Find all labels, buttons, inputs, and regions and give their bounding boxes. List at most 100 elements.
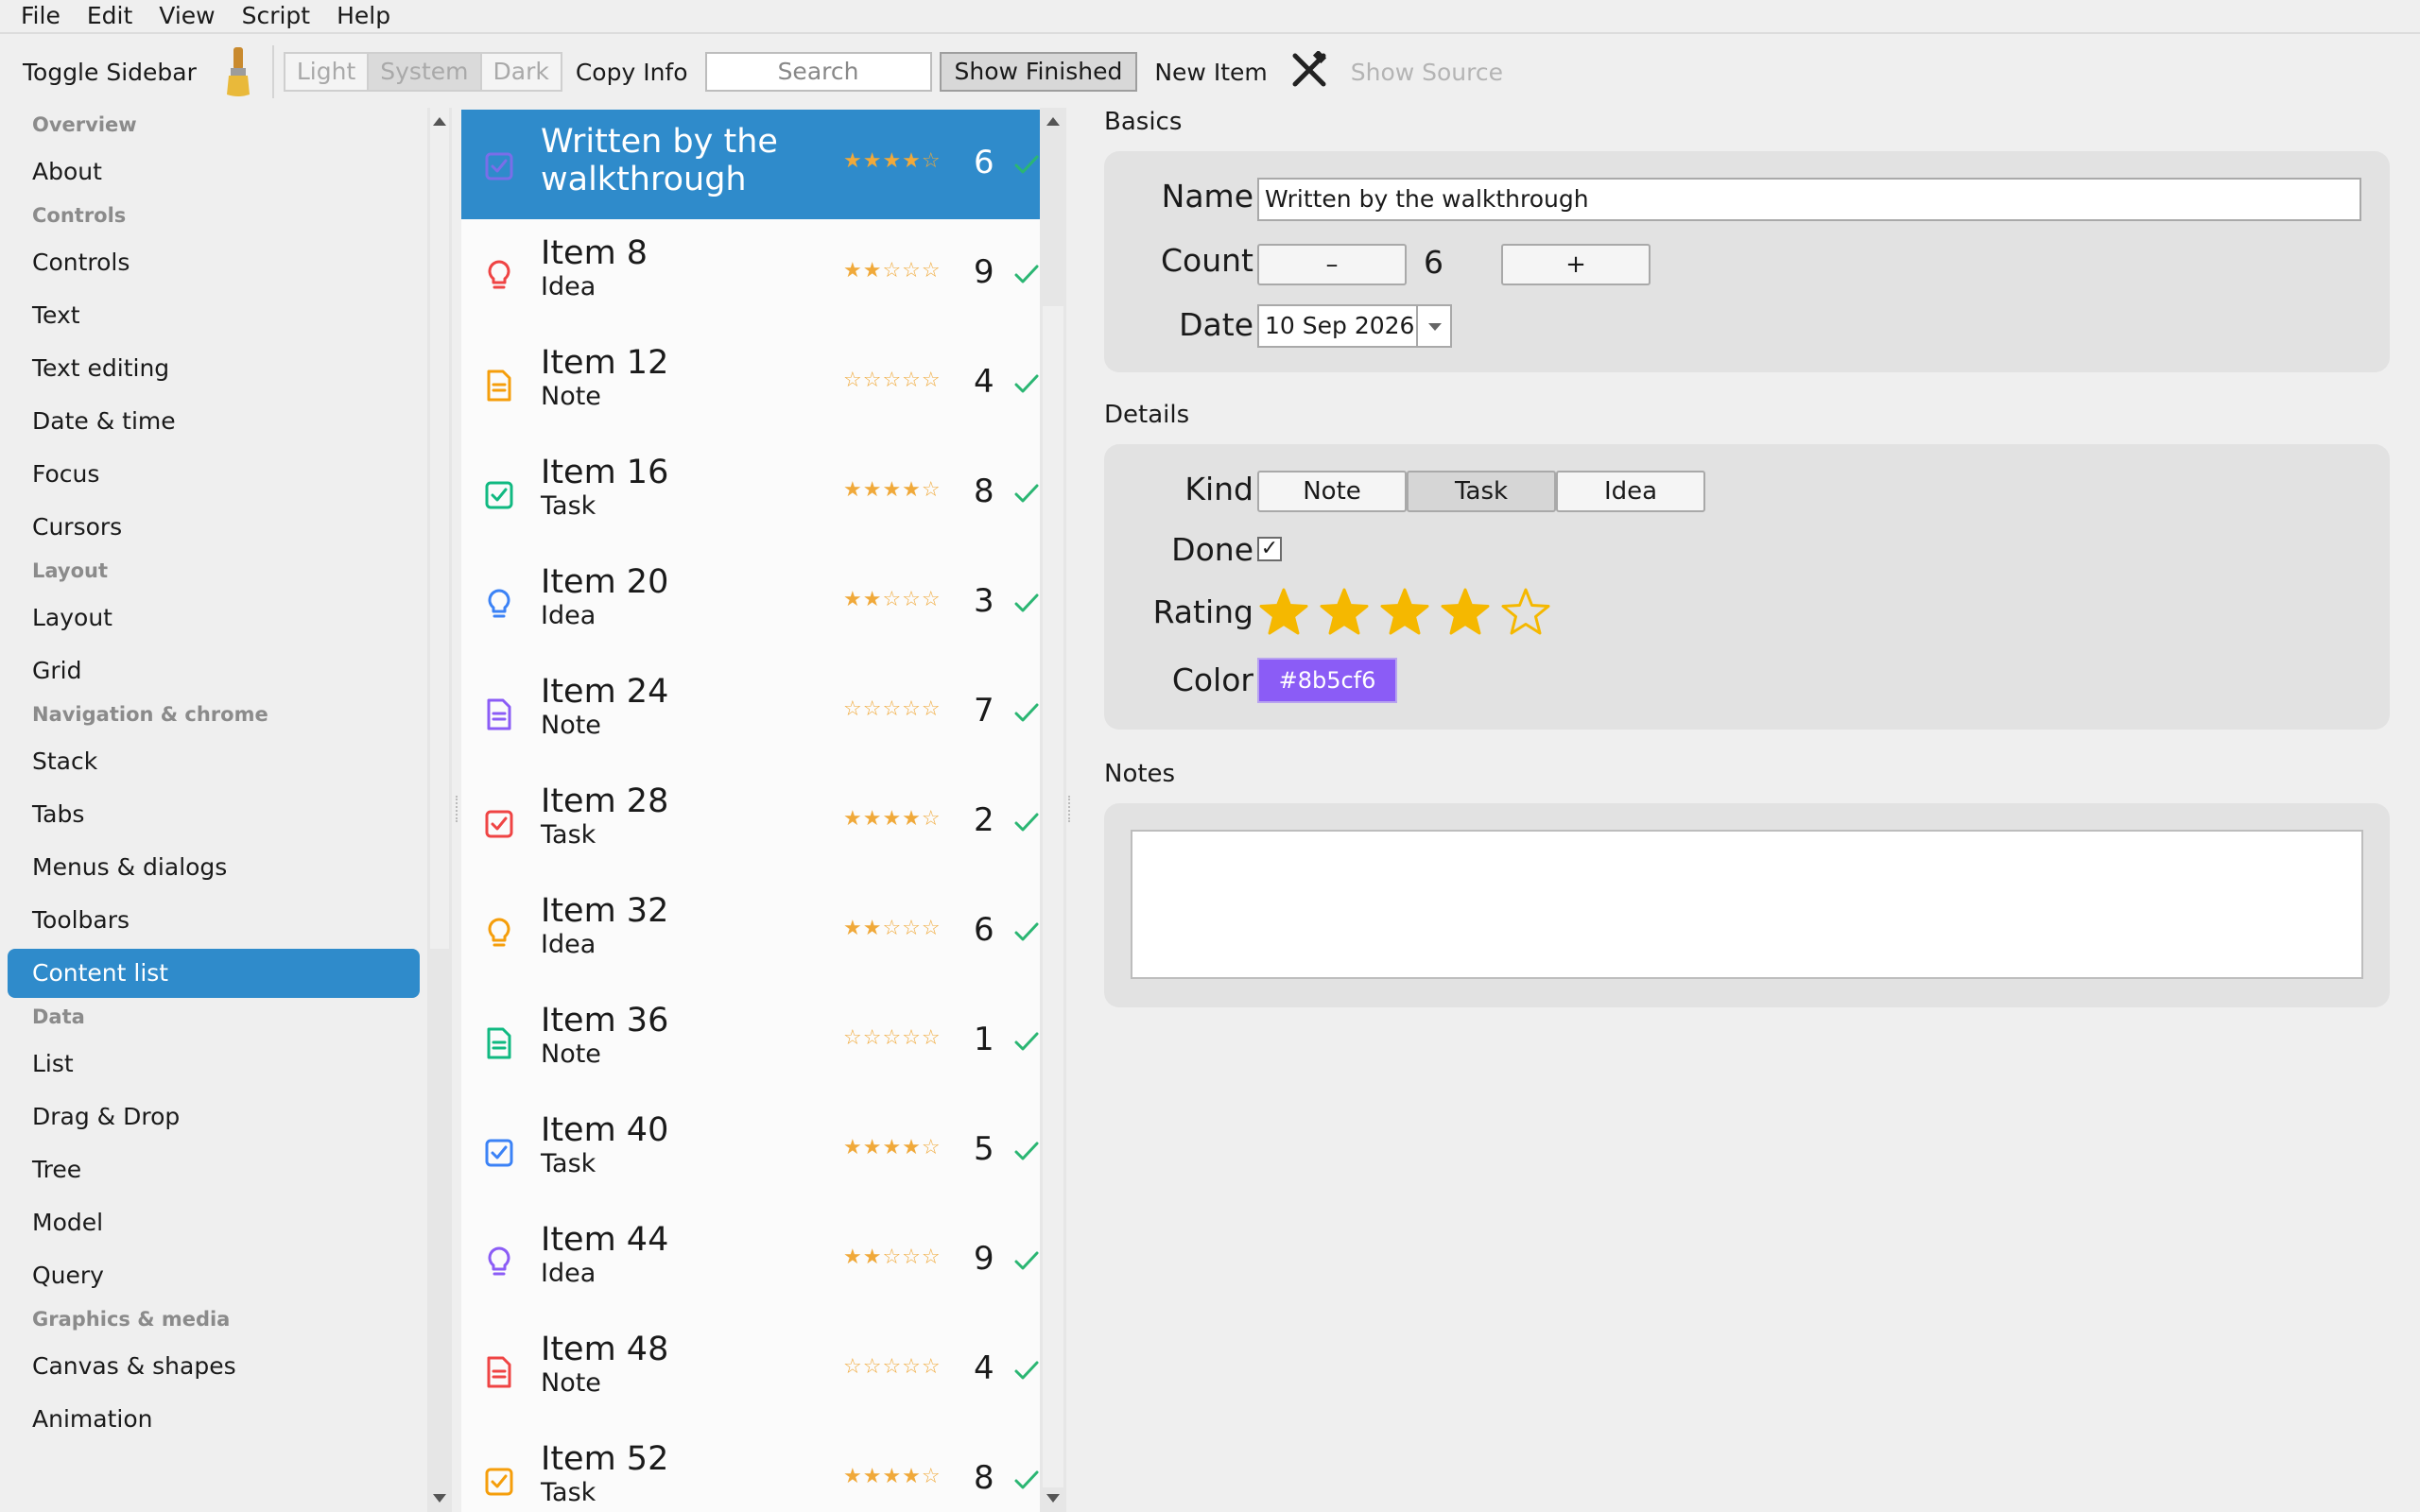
name-field[interactable]: Written by the walkthrough: [1257, 178, 2361, 221]
theme-dark-button[interactable]: Dark: [479, 52, 562, 92]
rating-stars-icon: ☆☆☆☆☆: [843, 369, 942, 392]
sidebar-item-layout[interactable]: Layout: [8, 593, 420, 643]
rating-stars-icon: ★★☆☆☆: [843, 1246, 942, 1269]
kind-idea-button[interactable]: Idea: [1556, 471, 1705, 512]
done-check-icon: [1013, 370, 1040, 397]
count-decrement-button[interactable]: –: [1257, 244, 1407, 285]
sidebar-scrollbar[interactable]: [427, 108, 452, 1512]
kind-label: Kind: [1184, 471, 1253, 507]
sidebar-scroll-thumb[interactable]: [430, 108, 449, 949]
date-field[interactable]: 10 Sep 2026: [1257, 304, 1452, 348]
list-item[interactable]: Item 20 Idea ★★☆☆☆ 3: [461, 548, 1040, 658]
list-scrollbar[interactable]: [1040, 108, 1066, 1512]
list-item[interactable]: Item 28 Task ★★★★☆ 2: [461, 767, 1040, 877]
list-item-title: Item 52: [541, 1440, 669, 1478]
theme-segmented-control: Light System Dark: [283, 52, 562, 92]
rating-stars-icon: ☆☆☆☆☆: [843, 1355, 942, 1379]
sidebar-item-tree[interactable]: Tree: [8, 1145, 420, 1194]
scroll-down-arrow-icon[interactable]: [433, 1494, 446, 1503]
list-item[interactable]: Item 48 Note ☆☆☆☆☆ 4: [461, 1315, 1040, 1425]
sidebar-item-text[interactable]: Text: [8, 291, 420, 340]
list-item[interactable]: Item 16 Task ★★★★☆ 8: [461, 438, 1040, 548]
menu-script[interactable]: Script: [229, 0, 324, 33]
list-item-count: 6: [974, 911, 994, 949]
paintbrush-icon[interactable]: [219, 45, 257, 98]
star-filled-icon[interactable]: [1439, 586, 1492, 639]
sidebar-item-text-editing[interactable]: Text editing: [8, 344, 420, 393]
scroll-up-arrow-icon[interactable]: [1046, 117, 1060, 126]
star-empty-icon[interactable]: [1499, 586, 1552, 639]
menubar: File Edit View Script Help: [0, 0, 2420, 34]
show-finished-toggle[interactable]: Show Finished: [939, 52, 1138, 92]
toggle-sidebar-button[interactable]: Toggle Sidebar: [9, 59, 210, 86]
search-input[interactable]: Search: [704, 52, 932, 92]
list-item[interactable]: Written by the walkthrough ★★★★☆ 6: [461, 110, 1040, 219]
copy-info-button[interactable]: Copy Info: [562, 59, 701, 86]
kind-task-button[interactable]: Task: [1407, 471, 1556, 512]
date-label: Date: [1179, 306, 1253, 343]
sidebar-item-date-time[interactable]: Date & time: [8, 397, 420, 446]
list-item-kind: Idea: [541, 1259, 596, 1288]
list-item[interactable]: Item 52 Task ★★★★☆ 8: [461, 1425, 1040, 1512]
task-checkbox-icon: [484, 478, 514, 512]
menu-edit[interactable]: Edit: [74, 0, 146, 33]
sidebar-item-grid[interactable]: Grid: [8, 646, 420, 696]
sidebar-section-header: Layout: [32, 559, 109, 582]
list-item[interactable]: Item 32 Idea ★★☆☆☆ 6: [461, 877, 1040, 987]
splitter-handle[interactable]: [456, 796, 459, 822]
list-item-title: Item 44: [541, 1221, 669, 1259]
menu-file[interactable]: File: [8, 0, 74, 33]
sidebar-item-list[interactable]: List: [8, 1040, 420, 1089]
sidebar-item-focus[interactable]: Focus: [8, 450, 420, 499]
list-item[interactable]: Item 24 Note ☆☆☆☆☆ 7: [461, 658, 1040, 767]
theme-light-button[interactable]: Light: [283, 52, 370, 92]
kind-note-button[interactable]: Note: [1257, 471, 1407, 512]
sidebar-item-canvas-shapes[interactable]: Canvas & shapes: [8, 1342, 420, 1391]
rating-stars-icon: ★★☆☆☆: [843, 917, 942, 940]
sidebar-item-toolbars[interactable]: Toolbars: [8, 896, 420, 945]
list-item-title: Item 8: [541, 234, 648, 272]
star-filled-icon[interactable]: [1257, 586, 1310, 639]
sidebar-item-query[interactable]: Query: [8, 1251, 420, 1300]
list-scroll-thumb[interactable]: [1043, 306, 1063, 1487]
list-item-kind: Idea: [541, 601, 596, 630]
sidebar-item-about[interactable]: About: [8, 147, 420, 197]
rating-stars-icon: ☆☆☆☆☆: [843, 1026, 942, 1050]
menu-help[interactable]: Help: [323, 0, 404, 33]
count-increment-button[interactable]: +: [1501, 244, 1651, 285]
list-item-count: 7: [974, 692, 994, 730]
list-item[interactable]: Item 36 Note ☆☆☆☆☆ 1: [461, 987, 1040, 1096]
list-item-count: 5: [974, 1130, 994, 1168]
done-check-icon: [1013, 919, 1040, 945]
notes-textarea[interactable]: [1131, 830, 2363, 979]
show-source-button[interactable]: Show Source: [1338, 59, 1516, 86]
color-swatch-button[interactable]: #8b5cf6: [1257, 658, 1397, 703]
sidebar-item-stack[interactable]: Stack: [8, 737, 420, 786]
menu-view[interactable]: View: [146, 0, 228, 33]
sidebar-item-tabs[interactable]: Tabs: [8, 790, 420, 839]
sidebar: Overview About Controls Controls Text Text ed…: [0, 108, 427, 1512]
sidebar-item-model[interactable]: Model: [8, 1198, 420, 1247]
sidebar-item-animation[interactable]: Animation: [8, 1395, 420, 1444]
star-filled-icon[interactable]: [1318, 586, 1371, 639]
sidebar-item-drag-drop[interactable]: Drag & Drop: [8, 1092, 420, 1142]
sidebar-item-menus-dialogs[interactable]: Menus & dialogs: [8, 843, 420, 892]
details-panel: Kind Note Task Idea Done ✓ Rating Color …: [1104, 444, 2390, 730]
tools-icon[interactable]: [1290, 49, 1328, 93]
splitter-handle[interactable]: [1068, 796, 1072, 822]
sidebar-item-controls[interactable]: Controls: [8, 238, 420, 287]
list-item[interactable]: Item 12 Note ☆☆☆☆☆ 4: [461, 329, 1040, 438]
scroll-up-arrow-icon[interactable]: [433, 117, 446, 126]
list-item[interactable]: Item 40 Task ★★★★☆ 5: [461, 1096, 1040, 1206]
list-item[interactable]: Item 44 Idea ★★☆☆☆ 9: [461, 1206, 1040, 1315]
theme-system-button[interactable]: System: [367, 52, 482, 92]
star-filled-icon[interactable]: [1378, 586, 1431, 639]
chevron-down-icon[interactable]: [1416, 306, 1450, 346]
new-item-button[interactable]: New Item: [1141, 59, 1280, 86]
sidebar-item-content-list[interactable]: Content list: [8, 949, 420, 998]
list-item[interactable]: Item 8 Idea ★★☆☆☆ 9: [461, 219, 1040, 329]
done-checkbox[interactable]: ✓: [1257, 537, 1282, 561]
scroll-down-arrow-icon[interactable]: [1046, 1494, 1060, 1503]
list-item-kind: Note: [541, 1040, 601, 1069]
sidebar-item-cursors[interactable]: Cursors: [8, 503, 420, 552]
